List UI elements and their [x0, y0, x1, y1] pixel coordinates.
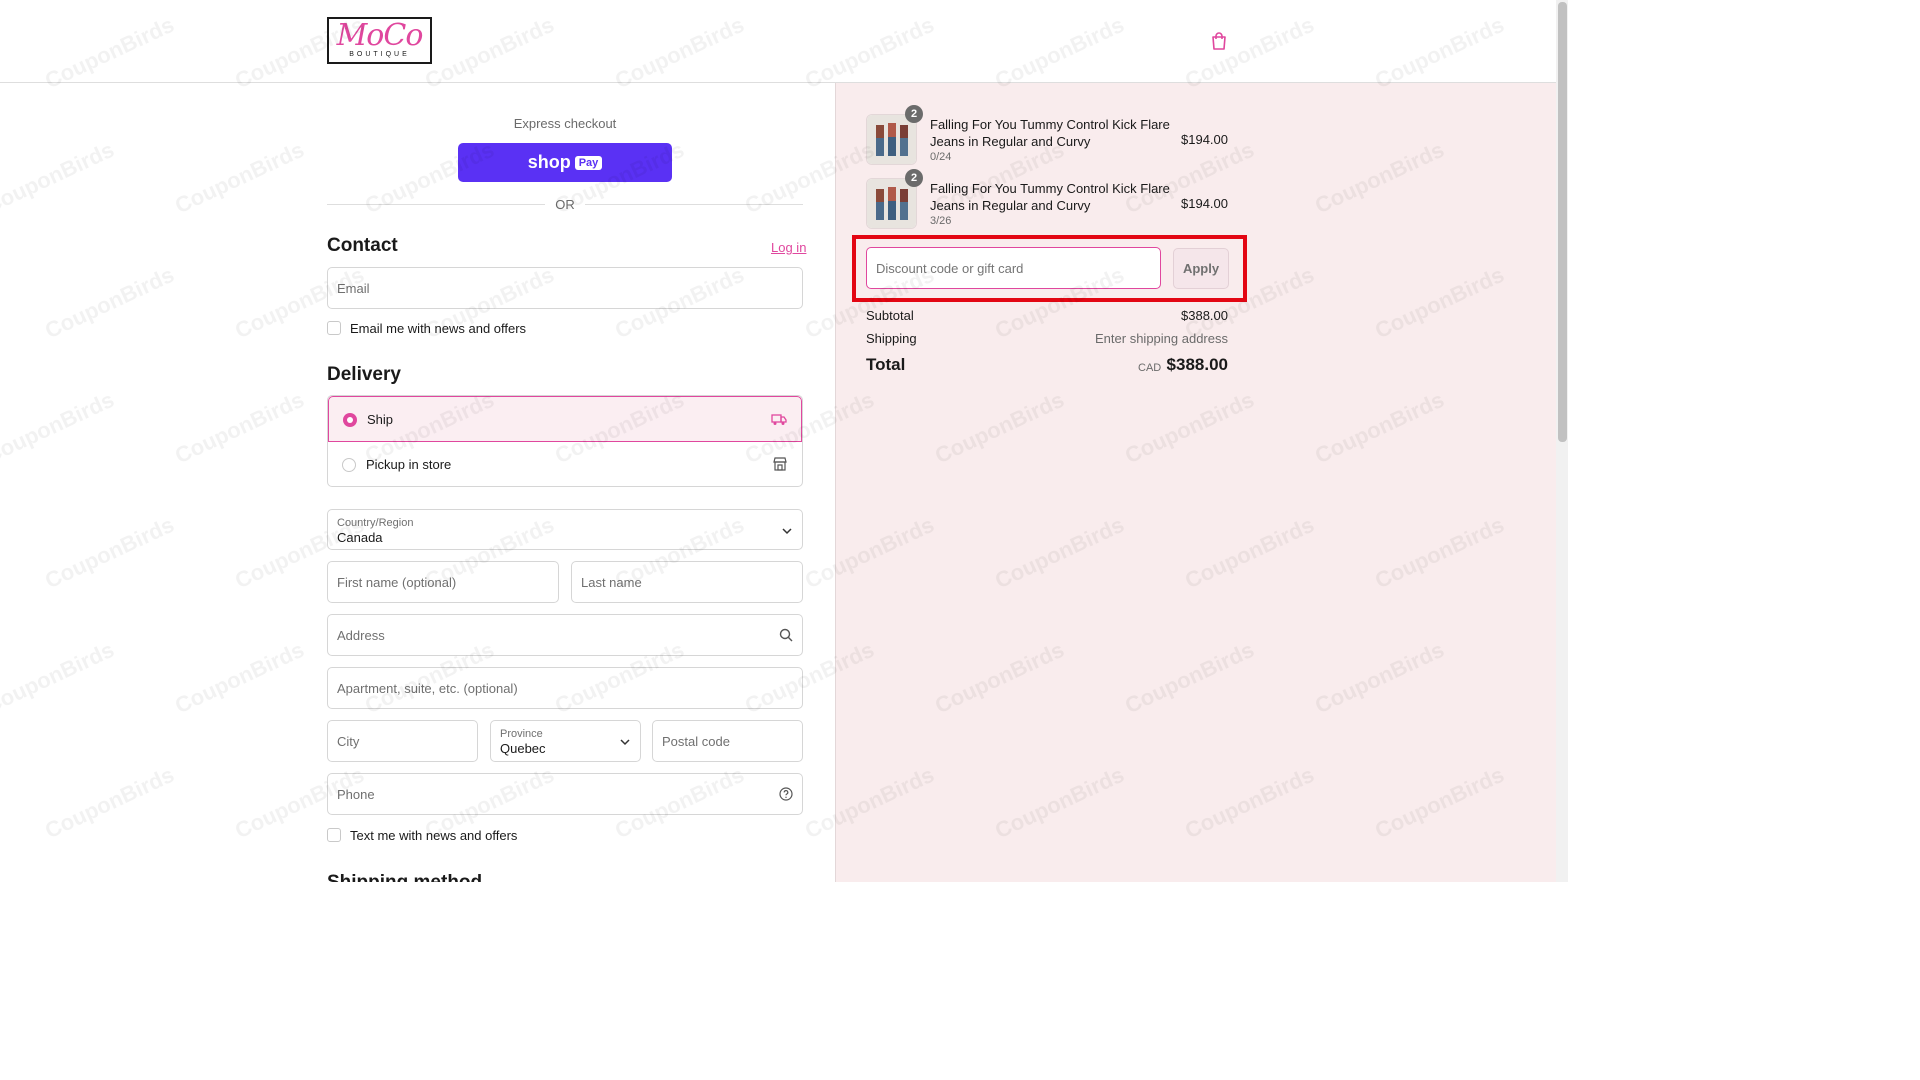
- item-variant: 0/24: [930, 151, 952, 163]
- province-select-label: Province: [500, 728, 543, 740]
- phone-field[interactable]: [327, 773, 803, 815]
- delivery-heading: Delivery: [327, 364, 401, 385]
- item-price: $194.00: [1181, 132, 1228, 147]
- truck-icon: [771, 414, 787, 425]
- address-field[interactable]: [327, 614, 803, 656]
- chevron-down-icon: [782, 528, 792, 535]
- ship-radio[interactable]: [343, 413, 357, 427]
- page-scrollbar-thumb[interactable]: [1558, 2, 1567, 442]
- apartment-field[interactable]: [327, 667, 803, 709]
- phone-input[interactable]: [328, 774, 802, 814]
- or-divider-text: OR: [555, 197, 575, 212]
- item-quantity-badge: 2: [905, 105, 923, 123]
- email-field[interactable]: [327, 267, 803, 309]
- postal-code-input[interactable]: [653, 721, 802, 761]
- province-select[interactable]: Province Quebec: [490, 720, 641, 762]
- pickup-option-label: Pickup in store: [366, 457, 452, 472]
- last-name-field[interactable]: [571, 561, 803, 603]
- email-input[interactable]: [328, 268, 802, 308]
- country-select-label: Country/Region: [337, 517, 414, 529]
- help-icon[interactable]: [779, 787, 793, 801]
- item-price: $194.00: [1181, 196, 1228, 211]
- city-input[interactable]: [328, 721, 477, 761]
- store-icon: [773, 457, 787, 471]
- product-image-icon: [867, 115, 916, 164]
- logo-text: MoCo: [336, 18, 424, 53]
- ship-option[interactable]: Ship: [328, 396, 802, 442]
- or-divider-left: [327, 204, 545, 205]
- postal-code-field[interactable]: [652, 720, 803, 762]
- province-select-value: Quebec: [500, 741, 546, 756]
- country-select[interactable]: Country/Region Canada: [327, 509, 803, 550]
- apply-discount-button[interactable]: Apply: [1173, 248, 1229, 289]
- last-name-input[interactable]: [572, 562, 802, 602]
- log-in-link[interactable]: Log in: [771, 240, 806, 255]
- shop-pay-button[interactable]: shop Pay: [458, 143, 672, 182]
- country-select-value: Canada: [337, 530, 383, 545]
- express-checkout-label: Express checkout: [513, 116, 617, 131]
- page-header: MoCo BOUTIQUE: [0, 0, 1556, 83]
- address-input[interactable]: [328, 615, 802, 655]
- total-currency: CAD: [1138, 362, 1162, 374]
- apartment-input[interactable]: [328, 668, 802, 708]
- discount-code-input[interactable]: [867, 248, 1160, 288]
- total-value: $388.00: [1166, 355, 1228, 374]
- search-icon: [779, 628, 793, 642]
- discount-code-field[interactable]: [866, 247, 1161, 289]
- shipping-value: Enter shipping address: [1095, 331, 1228, 346]
- pickup-radio[interactable]: [342, 458, 356, 472]
- pickup-option[interactable]: Pickup in store: [328, 442, 802, 486]
- shopping-bag-icon[interactable]: [1210, 31, 1228, 51]
- email-news-checkbox[interactable]: [327, 321, 341, 335]
- item-name: Falling For You Tummy Control Kick Flare…: [930, 117, 1170, 149]
- item-quantity-badge: 2: [905, 169, 923, 187]
- moco-boutique-logo[interactable]: MoCo BOUTIQUE: [327, 17, 432, 64]
- first-name-input[interactable]: [328, 562, 558, 602]
- text-news-checkbox[interactable]: [327, 828, 341, 842]
- city-field[interactable]: [327, 720, 478, 762]
- logo-subtext: BOUTIQUE: [349, 51, 410, 58]
- shipping-method-heading: Shipping method: [327, 872, 482, 882]
- contact-heading: Contact: [327, 235, 398, 256]
- product-image-icon: [867, 179, 916, 228]
- item-variant: 3/26: [930, 215, 952, 227]
- chevron-down-icon: [620, 739, 630, 746]
- or-divider-right: [585, 204, 803, 205]
- subtotal-value: $388.00: [1181, 308, 1228, 323]
- ship-option-label: Ship: [367, 412, 394, 427]
- total-label: Total: [866, 355, 906, 374]
- item-name: Falling For You Tummy Control Kick Flare…: [930, 181, 1170, 213]
- shop-pay-wordmark: shop: [527, 152, 571, 172]
- email-news-label: Email me with news and offers: [350, 321, 527, 336]
- text-news-label: Text me with news and offers: [350, 828, 518, 843]
- subtotal-label: Subtotal: [866, 308, 914, 323]
- shop-pay-badge: Pay: [574, 155, 603, 170]
- shipping-label: Shipping: [866, 331, 917, 346]
- first-name-field[interactable]: [327, 561, 559, 603]
- delivery-method-group: Ship Pickup in store: [327, 395, 803, 487]
